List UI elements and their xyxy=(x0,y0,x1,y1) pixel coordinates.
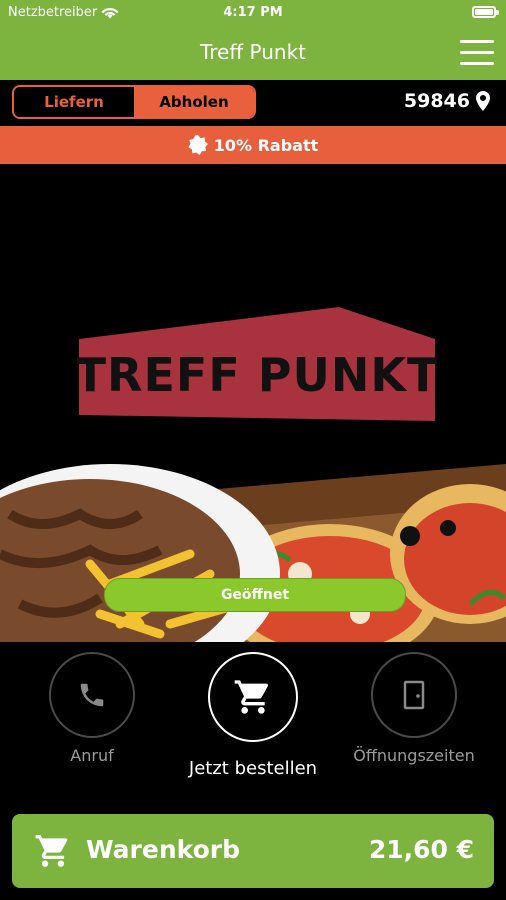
door-icon xyxy=(403,680,425,710)
zip-code: 59846 xyxy=(403,90,470,112)
hero-banner: TREFF PUNKT Geöffnet xyxy=(0,164,506,642)
discount-text: 10% Rabatt xyxy=(213,135,319,155)
order-action[interactable]: Jetzt bestellen xyxy=(183,652,323,779)
hours-label: Öffnungszeiten xyxy=(353,746,475,765)
order-button[interactable] xyxy=(208,652,298,742)
delivery-mode-toggle[interactable]: Liefern Abholen xyxy=(12,85,256,119)
open-status-button[interactable]: Geöffnet xyxy=(104,578,406,612)
phone-icon xyxy=(80,683,104,707)
cart-total: 21,60 € xyxy=(368,835,474,864)
location-selector[interactable]: 59846 xyxy=(404,90,490,112)
logo-text: TREFF PUNKT xyxy=(77,348,437,402)
restaurant-logo: TREFF PUNKT xyxy=(75,307,438,427)
discount-banner: 10% Rabatt xyxy=(0,126,506,164)
hours-action[interactable]: Öffnungszeiten xyxy=(344,652,484,765)
cart-bar[interactable]: Warenkorb 21,60 € xyxy=(12,814,494,888)
status-bar: Netzbetreiber 4:17 PM xyxy=(0,0,506,26)
badge-icon xyxy=(188,135,208,155)
pickup-tab[interactable]: Abholen xyxy=(134,87,254,117)
battery-icon xyxy=(472,6,499,18)
hamburger-menu-icon[interactable] xyxy=(460,40,494,66)
cart-icon xyxy=(35,835,68,867)
hours-button[interactable] xyxy=(371,652,457,738)
page-title: Treff Punkt xyxy=(200,40,306,64)
clock: 4:17 PM xyxy=(223,5,283,20)
location-pin-icon xyxy=(476,91,490,111)
food-image xyxy=(0,464,506,642)
order-label: Jetzt bestellen xyxy=(188,758,318,779)
nav-bar: Treff Punkt xyxy=(0,26,506,80)
call-action[interactable]: Anruf xyxy=(22,652,162,765)
cart-label: Warenkorb xyxy=(86,835,240,864)
action-row: Anruf Jetzt bestellen Öffnungszeiten xyxy=(0,642,506,812)
shopping-cart-icon xyxy=(234,680,269,714)
call-button[interactable] xyxy=(49,652,135,738)
mode-bar: Liefern Abholen 59846 xyxy=(0,80,506,126)
deliver-tab[interactable]: Liefern xyxy=(14,87,134,117)
call-label: Anruf xyxy=(70,746,114,765)
